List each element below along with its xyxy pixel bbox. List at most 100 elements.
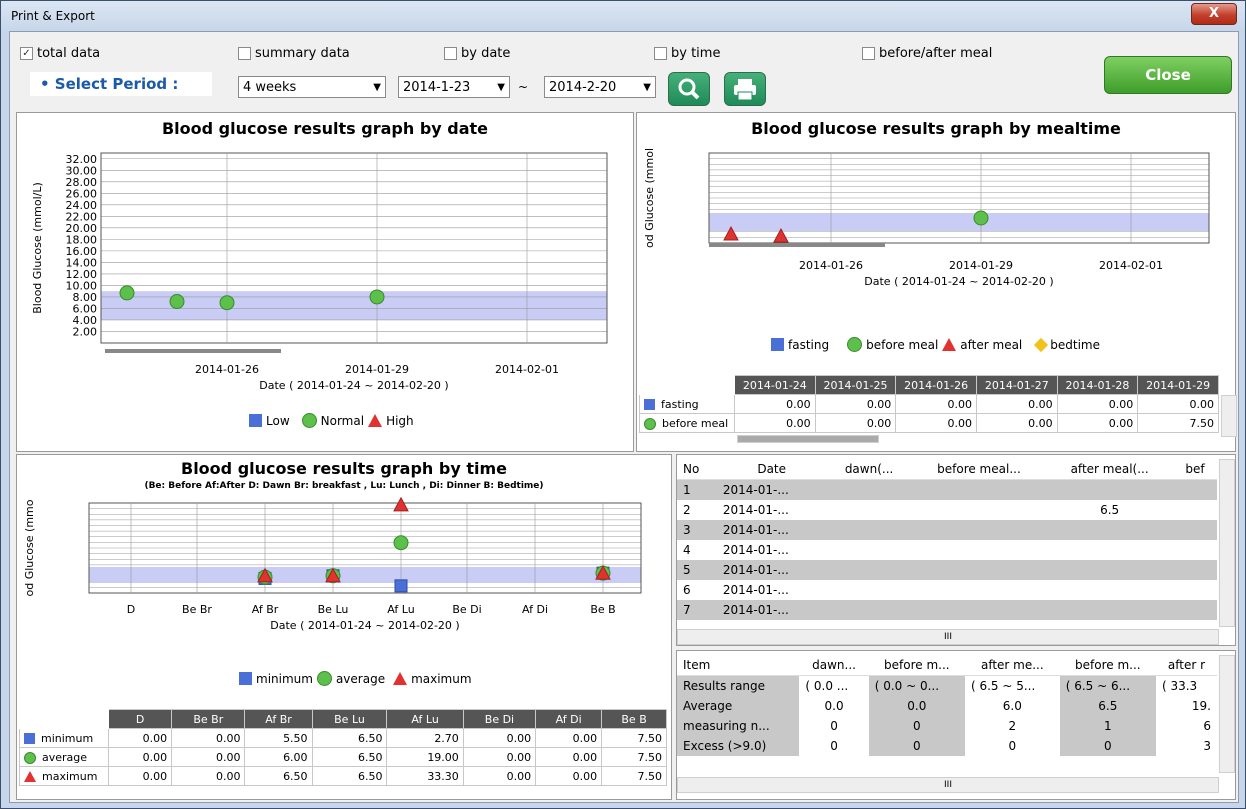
summary-col-before-meal-2[interactable]: before m... — [1059, 655, 1156, 676]
table-cell: 0.00 — [1056, 394, 1139, 414]
table-cell: 0.00 — [462, 728, 537, 748]
graph-by-time-subtitle: (Be: Before Af:After D: Dawn Br: breakfa… — [144, 481, 544, 491]
close-button[interactable]: Close — [1104, 56, 1232, 94]
summary-horizontal-scrollbar[interactable]: III — [677, 777, 1219, 793]
target-range-band — [89, 567, 641, 583]
table-row: Average 0.0 0.0 6.0 6.5 19. — [677, 696, 1217, 716]
cell — [1173, 500, 1217, 520]
summary-panel: Item dawn... before m... after me... bef… — [676, 650, 1236, 800]
cell — [1173, 580, 1217, 600]
table-row[interactable]: 4 2014-01-... — [677, 540, 1217, 560]
summary-data-checkbox[interactable]: summary data — [238, 46, 350, 61]
summary-col-after-meal-2[interactable]: after r — [1155, 655, 1217, 676]
table-row[interactable]: 6 2014-01-... — [677, 580, 1217, 600]
summary-cell: 1 — [1059, 716, 1156, 736]
row-no: 3 — [677, 520, 717, 540]
cell — [912, 500, 1047, 520]
period-range-select[interactable]: 4 weeks ▼ — [238, 76, 386, 98]
records-horizontal-scrollbar[interactable]: III — [677, 629, 1219, 645]
time-col-header: D — [107, 709, 173, 729]
minimum-icon — [24, 733, 35, 744]
records-col-after-meal[interactable]: after meal(... — [1046, 459, 1174, 480]
row-after — [1046, 540, 1173, 560]
cell — [1173, 600, 1217, 620]
summary-col-item[interactable]: Item — [677, 655, 800, 676]
x-axis-label: Date ( 2014-01-24 ~ 2014-02-20 ) — [864, 275, 1053, 288]
row-label-minimum: minimum — [19, 728, 109, 748]
table-cell: 0.00 — [1056, 413, 1139, 433]
time-table: D Be Br Af Br Be Lu Af Lu Be Di Af Di Be… — [19, 709, 667, 786]
cell — [1173, 540, 1217, 560]
table-cell: 0.00 — [462, 747, 537, 767]
cell — [826, 560, 912, 580]
mealtime-table-vscroll[interactable] — [1221, 395, 1237, 437]
graph-by-date-legend: Low Normal High — [249, 413, 414, 428]
cell — [912, 580, 1047, 600]
by-date-checkbox[interactable]: by date — [444, 46, 510, 61]
table-row[interactable]: 1 2014-01-... — [677, 479, 1217, 500]
before-after-meal-checkbox[interactable]: before/after meal — [862, 46, 992, 61]
fasting-icon — [644, 399, 655, 410]
mealtime-table-scrollbar[interactable] — [737, 435, 879, 443]
search-button[interactable] — [668, 72, 710, 106]
summary-item: Excess (>9.0) — [677, 736, 800, 756]
table-row: fasting 0.00 0.00 0.00 0.00 0.00 0.00 — [639, 394, 1219, 414]
table-row[interactable]: 7 2014-01-... — [677, 600, 1217, 620]
print-button[interactable] — [724, 72, 766, 106]
row-after: 6.5 — [1100, 503, 1120, 517]
table-row: minimum 0.00 0.00 5.50 6.50 2.70 0.00 0.… — [19, 728, 667, 748]
date-to-picker[interactable]: 2014-2-20 ▼ — [544, 76, 656, 98]
table-cell: 7.50 — [601, 747, 667, 767]
summary-cell: ( 6.5 ~ 6... — [1059, 675, 1156, 696]
records-col-dawn[interactable]: dawn(... — [826, 459, 912, 480]
summary-col-after-meal[interactable]: after me... — [964, 655, 1060, 676]
row-after — [1046, 580, 1173, 600]
chart-scroll-bar — [105, 349, 281, 353]
row-after — [1046, 560, 1174, 580]
table-cell: 33.30 — [386, 766, 464, 786]
checkbox-check-icon: ✓ — [20, 47, 33, 60]
summary-cell: 6.5 — [1059, 696, 1156, 716]
table-row[interactable]: 5 2014-01-... — [677, 560, 1217, 580]
records-col-before-meal[interactable]: before meal... — [911, 459, 1047, 480]
legend-average-icon — [316, 671, 332, 686]
summary-cell: 6.0 — [1002, 699, 1022, 713]
table-cell: 5.50 — [244, 728, 313, 748]
summary-vertical-scrollbar[interactable] — [1219, 655, 1235, 773]
legend-high-icon — [368, 414, 383, 427]
graph-by-time-legend: minimum average maximum — [239, 671, 472, 686]
table-row: average 0.00 0.00 6.00 6.50 19.00 0.00 0… — [19, 747, 667, 767]
target-range-band — [709, 213, 1209, 231]
period-range-value: 4 weeks — [243, 80, 297, 95]
table-cell: 0.00 — [814, 413, 897, 433]
table-cell: 0.00 — [975, 413, 1058, 433]
date-from-picker[interactable]: 2014-1-23 ▼ — [398, 76, 510, 98]
summary-cell: 0.0 — [824, 699, 844, 713]
x-tick-label: 2014-02-01 — [495, 363, 559, 376]
by-date-label: by date — [461, 46, 511, 61]
total-data-checkbox[interactable]: ✓ total data — [20, 46, 100, 61]
graph-by-time-chart: D Be Br Af Br Be Lu Af Lu Be Di Af Di Be B Date … — [23, 496, 642, 632]
table-cell: 7.50 — [1137, 413, 1219, 433]
records-vertical-scrollbar[interactable] — [1219, 459, 1235, 627]
legend-after-meal-label: after meal — [960, 337, 1023, 352]
window-close-button[interactable]: X — [1191, 3, 1237, 25]
records-col-bedtime[interactable]: bef — [1173, 459, 1217, 480]
row-label-text: before meal — [662, 416, 729, 430]
table-row: measuring n... 0 0 2 1 6 — [677, 716, 1217, 736]
table-cell: 0.00 — [814, 394, 897, 414]
date-from-value: 2014-1-23 — [403, 80, 471, 95]
summary-col-dawn[interactable]: dawn... — [799, 655, 869, 676]
by-time-checkbox[interactable]: by time — [654, 46, 720, 61]
summary-col-before-meal[interactable]: before m... — [868, 655, 965, 676]
x-tick-label: Af Di — [522, 603, 548, 616]
records-list-panel: No Date dawn(... before meal... after me… — [676, 454, 1236, 646]
table-cell: 0.00 — [734, 394, 816, 414]
records-col-no[interactable]: No — [677, 459, 717, 480]
legend-minimum-label: minimum — [256, 671, 313, 686]
table-row[interactable]: 2 2014-01-... 6.5 — [677, 500, 1217, 520]
row-no: 4 — [683, 543, 691, 557]
table-row[interactable]: 3 2014-01-... — [677, 520, 1217, 540]
records-col-date[interactable]: Date — [716, 459, 827, 480]
row-label-text: average — [42, 750, 88, 764]
